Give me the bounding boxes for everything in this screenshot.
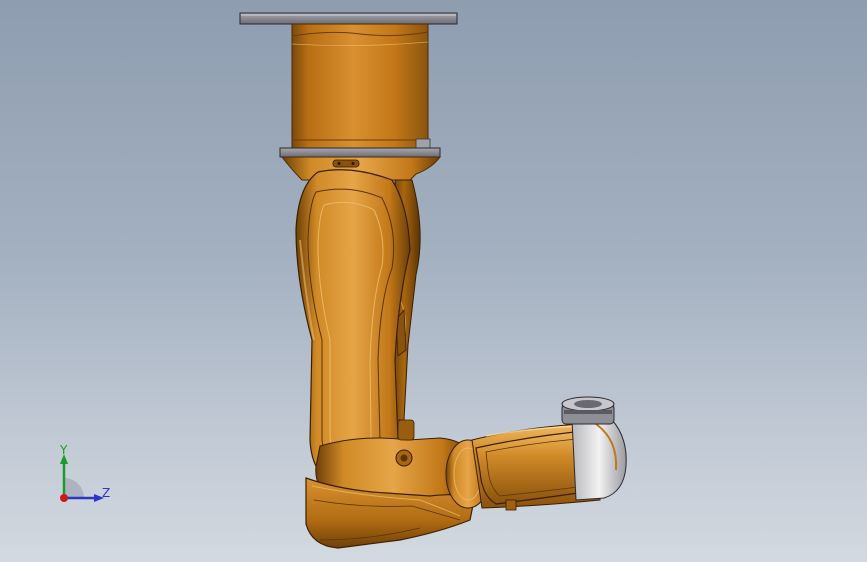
robot-arm-model[interactable] [0, 0, 867, 562]
graphics-viewport[interactable]: Y Z [0, 0, 867, 562]
triad-plane-quarter [64, 478, 84, 498]
wrist-assembly [571, 419, 627, 501]
triad-axes [60, 454, 104, 502]
tool-flange [561, 396, 615, 425]
base-flange-plate [279, 147, 441, 158]
y-axis-label: Y [60, 443, 68, 457]
top-mounting-plate [239, 12, 458, 25]
z-axis-label: Z [102, 486, 111, 500]
x-axis-origin [60, 494, 68, 502]
upper-arm [295, 169, 411, 483]
base-cylinder [291, 23, 431, 149]
reference-triad: Y Z [44, 440, 124, 515]
